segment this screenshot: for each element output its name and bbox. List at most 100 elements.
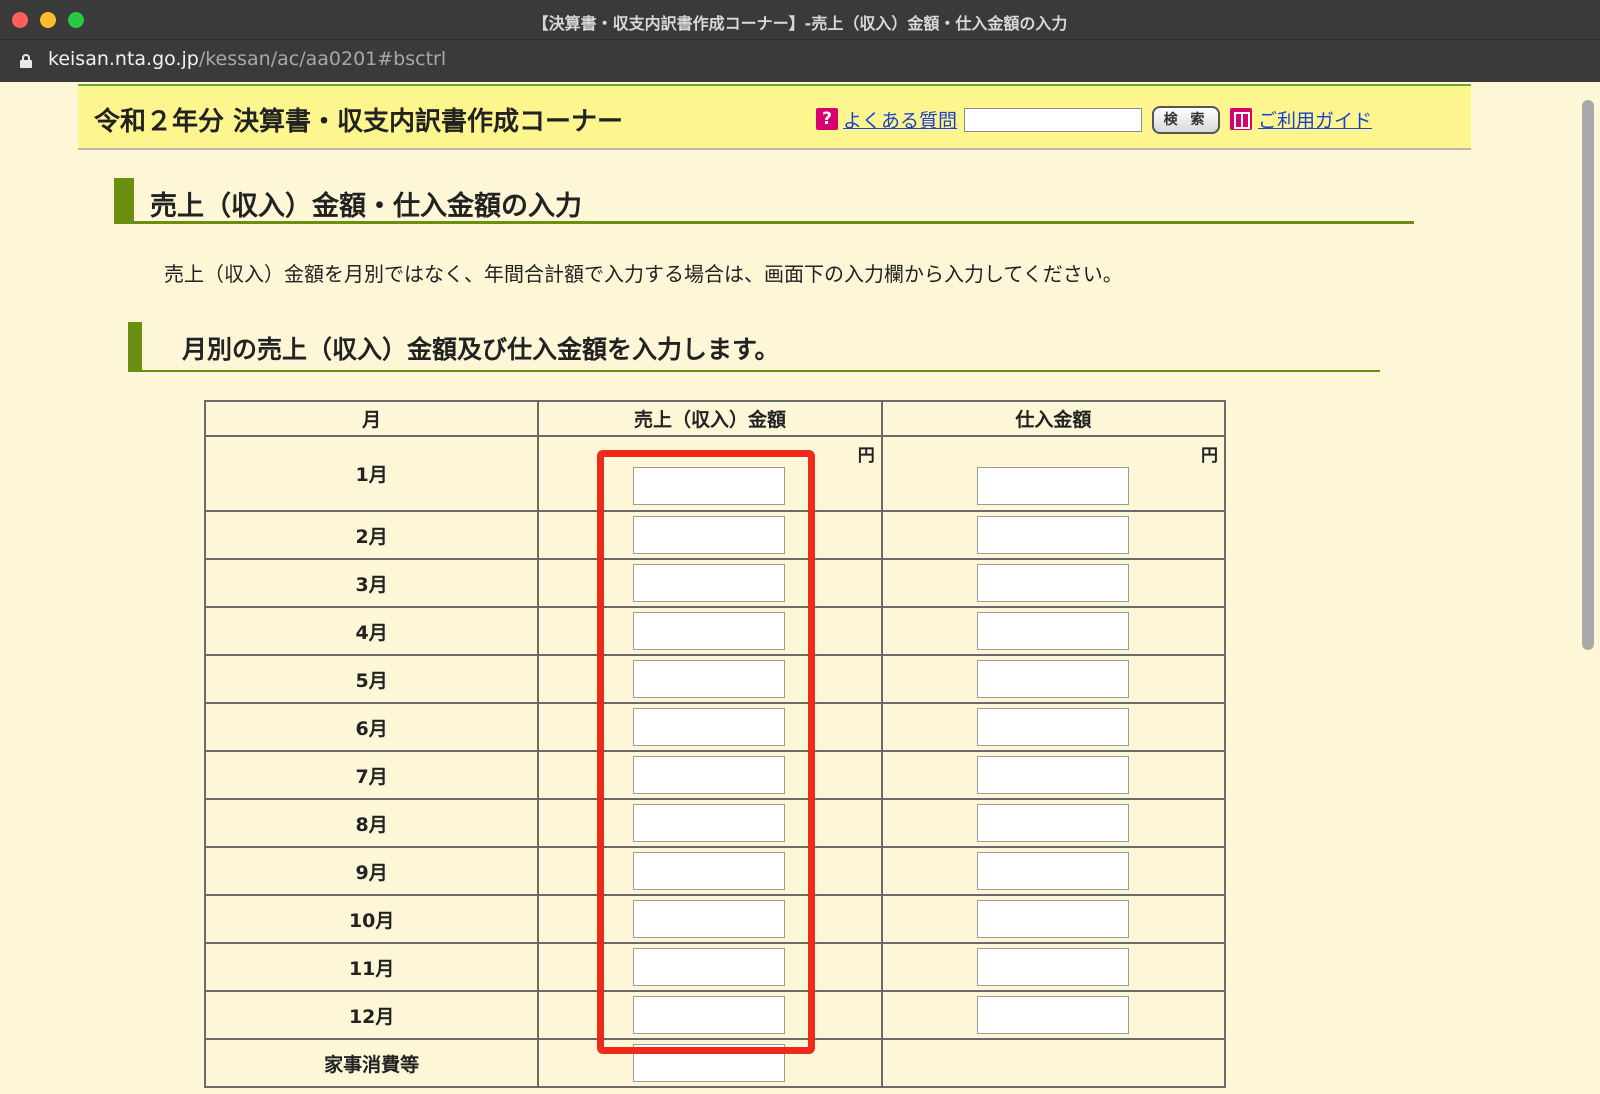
table-row: 1月 円 円 <box>203 435 1227 512</box>
sales-amount-input[interactable] <box>633 708 786 746</box>
month-label: 6月 <box>203 702 540 752</box>
book-icon <box>1230 108 1252 130</box>
sales-cell: 円 <box>537 435 883 512</box>
purchase-amount-input[interactable] <box>976 996 1129 1034</box>
corner-title: 令和２年分 決算書・収支内訳書作成コーナー <box>94 107 624 137</box>
month-label: 2月 <box>203 510 540 560</box>
purchase-cell <box>880 510 1227 560</box>
month-label: 10月 <box>203 894 540 944</box>
purchase-amount-input[interactable] <box>976 852 1129 890</box>
table-row: 6月 <box>203 702 1227 752</box>
url-text[interactable]: keisan.nta.go.jp/kessan/ac/aa0201#bsctrl <box>48 48 446 70</box>
sales-amount-input[interactable] <box>633 467 786 505</box>
purchase-amount-input[interactable] <box>976 660 1129 698</box>
purchase-cell <box>880 750 1227 800</box>
sales-cell <box>537 606 883 656</box>
lock-icon <box>20 54 32 68</box>
purchase-amount-input[interactable] <box>976 708 1129 746</box>
purchase-cell <box>880 990 1227 1040</box>
table-row: 10月 <box>203 894 1227 944</box>
sales-cell <box>537 558 883 608</box>
sales-cell <box>537 942 883 992</box>
month-column-header: 月 <box>203 400 540 437</box>
purchase-amount-input[interactable] <box>976 900 1129 938</box>
month-label: 9月 <box>203 846 540 896</box>
household-use-sales-input[interactable] <box>633 1044 786 1082</box>
window-title: 【決算書・収支内訳書作成コーナー】-売上（収入）金額・仕入金額の入力 <box>532 14 1068 33</box>
sales-cell <box>537 846 883 896</box>
purchase-cell <box>880 846 1227 896</box>
section-heading-text: 月別の売上（収入）金額及び仕入金額を入力します。 <box>182 335 780 364</box>
sales-amount-input[interactable] <box>633 852 786 890</box>
yen-unit: 円 <box>1201 446 1218 466</box>
table-row-household-use: 家事消費等 <box>203 1038 1227 1088</box>
purchase-column-header: 仕入金額 <box>880 400 1227 437</box>
sales-amount-input[interactable] <box>633 660 786 698</box>
month-label: 8月 <box>203 798 540 848</box>
purchase-cell: 円 <box>880 435 1227 512</box>
month-label: 4月 <box>203 606 540 656</box>
instruction-note: 売上（収入）金額を月別ではなく、年間合計額で入力する場合は、画面下の入力欄から入… <box>164 262 1123 286</box>
sales-cell <box>537 894 883 944</box>
table-row: 4月 <box>203 606 1227 656</box>
purchase-cell <box>880 798 1227 848</box>
table-row: 12月 <box>203 990 1227 1040</box>
purchase-cell <box>880 606 1227 656</box>
sales-amount-input[interactable] <box>633 756 786 794</box>
page-heading-text: 売上（収入）金額・仕入金額の入力 <box>150 191 582 222</box>
monthly-amount-table: 月 売上（収入）金額 仕入金額 1月円円 2月 3月 4月 5月 6月 7月 8月 9月 10月 1… <box>203 400 1227 1088</box>
url-path: /kessan/ac/aa0201#bsctrl <box>198 48 447 70</box>
purchase-amount-input[interactable] <box>976 948 1129 986</box>
purchase-amount-input[interactable] <box>976 516 1129 554</box>
table-row: 2月 <box>203 510 1227 560</box>
purchase-cell <box>880 654 1227 704</box>
table-row: 8月 <box>203 798 1227 848</box>
faq-link[interactable]: よくある質問 <box>843 106 957 133</box>
purchase-amount-input[interactable] <box>976 467 1129 505</box>
purchase-cell <box>880 1038 1227 1088</box>
month-label: 5月 <box>203 654 540 704</box>
sales-cell <box>537 750 883 800</box>
purchase-amount-input[interactable] <box>976 804 1129 842</box>
purchase-cell <box>880 702 1227 752</box>
month-label: 1月 <box>203 435 540 512</box>
month-label: 7月 <box>203 750 540 800</box>
sales-column-header: 売上（収入）金額 <box>537 400 883 437</box>
purchase-amount-input[interactable] <box>976 756 1129 794</box>
address-bar[interactable]: keisan.nta.go.jp/kessan/ac/aa0201#bsctrl <box>0 40 1600 82</box>
purchase-cell <box>880 894 1227 944</box>
purchase-cell <box>880 942 1227 992</box>
sales-amount-input[interactable] <box>633 516 786 554</box>
sales-cell <box>537 990 883 1040</box>
table-row: 3月 <box>203 558 1227 608</box>
purchase-amount-input[interactable] <box>976 612 1129 650</box>
sales-cell <box>537 798 883 848</box>
table-row: 11月 <box>203 942 1227 992</box>
sales-amount-input[interactable] <box>633 948 786 986</box>
table-row: 5月 <box>203 654 1227 704</box>
sales-cell <box>537 702 883 752</box>
sales-amount-input[interactable] <box>633 900 786 938</box>
search-button[interactable]: 検 索 <box>1152 106 1220 134</box>
sales-cell <box>537 510 883 560</box>
month-label: 11月 <box>203 942 540 992</box>
table-row: 9月 <box>203 846 1227 896</box>
window-titlebar: 【決算書・収支内訳書作成コーナー】-売上（収入）金額・仕入金額の入力 <box>0 0 1600 40</box>
sales-cell <box>537 1038 883 1088</box>
purchase-cell <box>880 558 1227 608</box>
user-guide-link[interactable]: ご利用ガイド <box>1258 106 1372 133</box>
sales-amount-input[interactable] <box>633 804 786 842</box>
sales-amount-input[interactable] <box>633 612 786 650</box>
sales-amount-input[interactable] <box>633 996 786 1034</box>
section-heading: 月別の売上（収入）金額及び仕入金額を入力します。 <box>128 322 1380 372</box>
purchase-amount-input[interactable] <box>976 564 1129 602</box>
sales-amount-input[interactable] <box>633 564 786 602</box>
scrollbar[interactable] <box>1568 82 1600 1094</box>
month-label: 3月 <box>203 558 540 608</box>
sales-cell <box>537 654 883 704</box>
table-header-row: 月 売上（収入）金額 仕入金額 <box>203 400 1227 437</box>
scrollbar-thumb[interactable] <box>1582 100 1594 650</box>
page-heading: 売上（収入）金額・仕入金額の入力 <box>114 178 1414 224</box>
search-input[interactable] <box>964 108 1142 132</box>
url-host: keisan.nta.go.jp <box>48 48 199 70</box>
